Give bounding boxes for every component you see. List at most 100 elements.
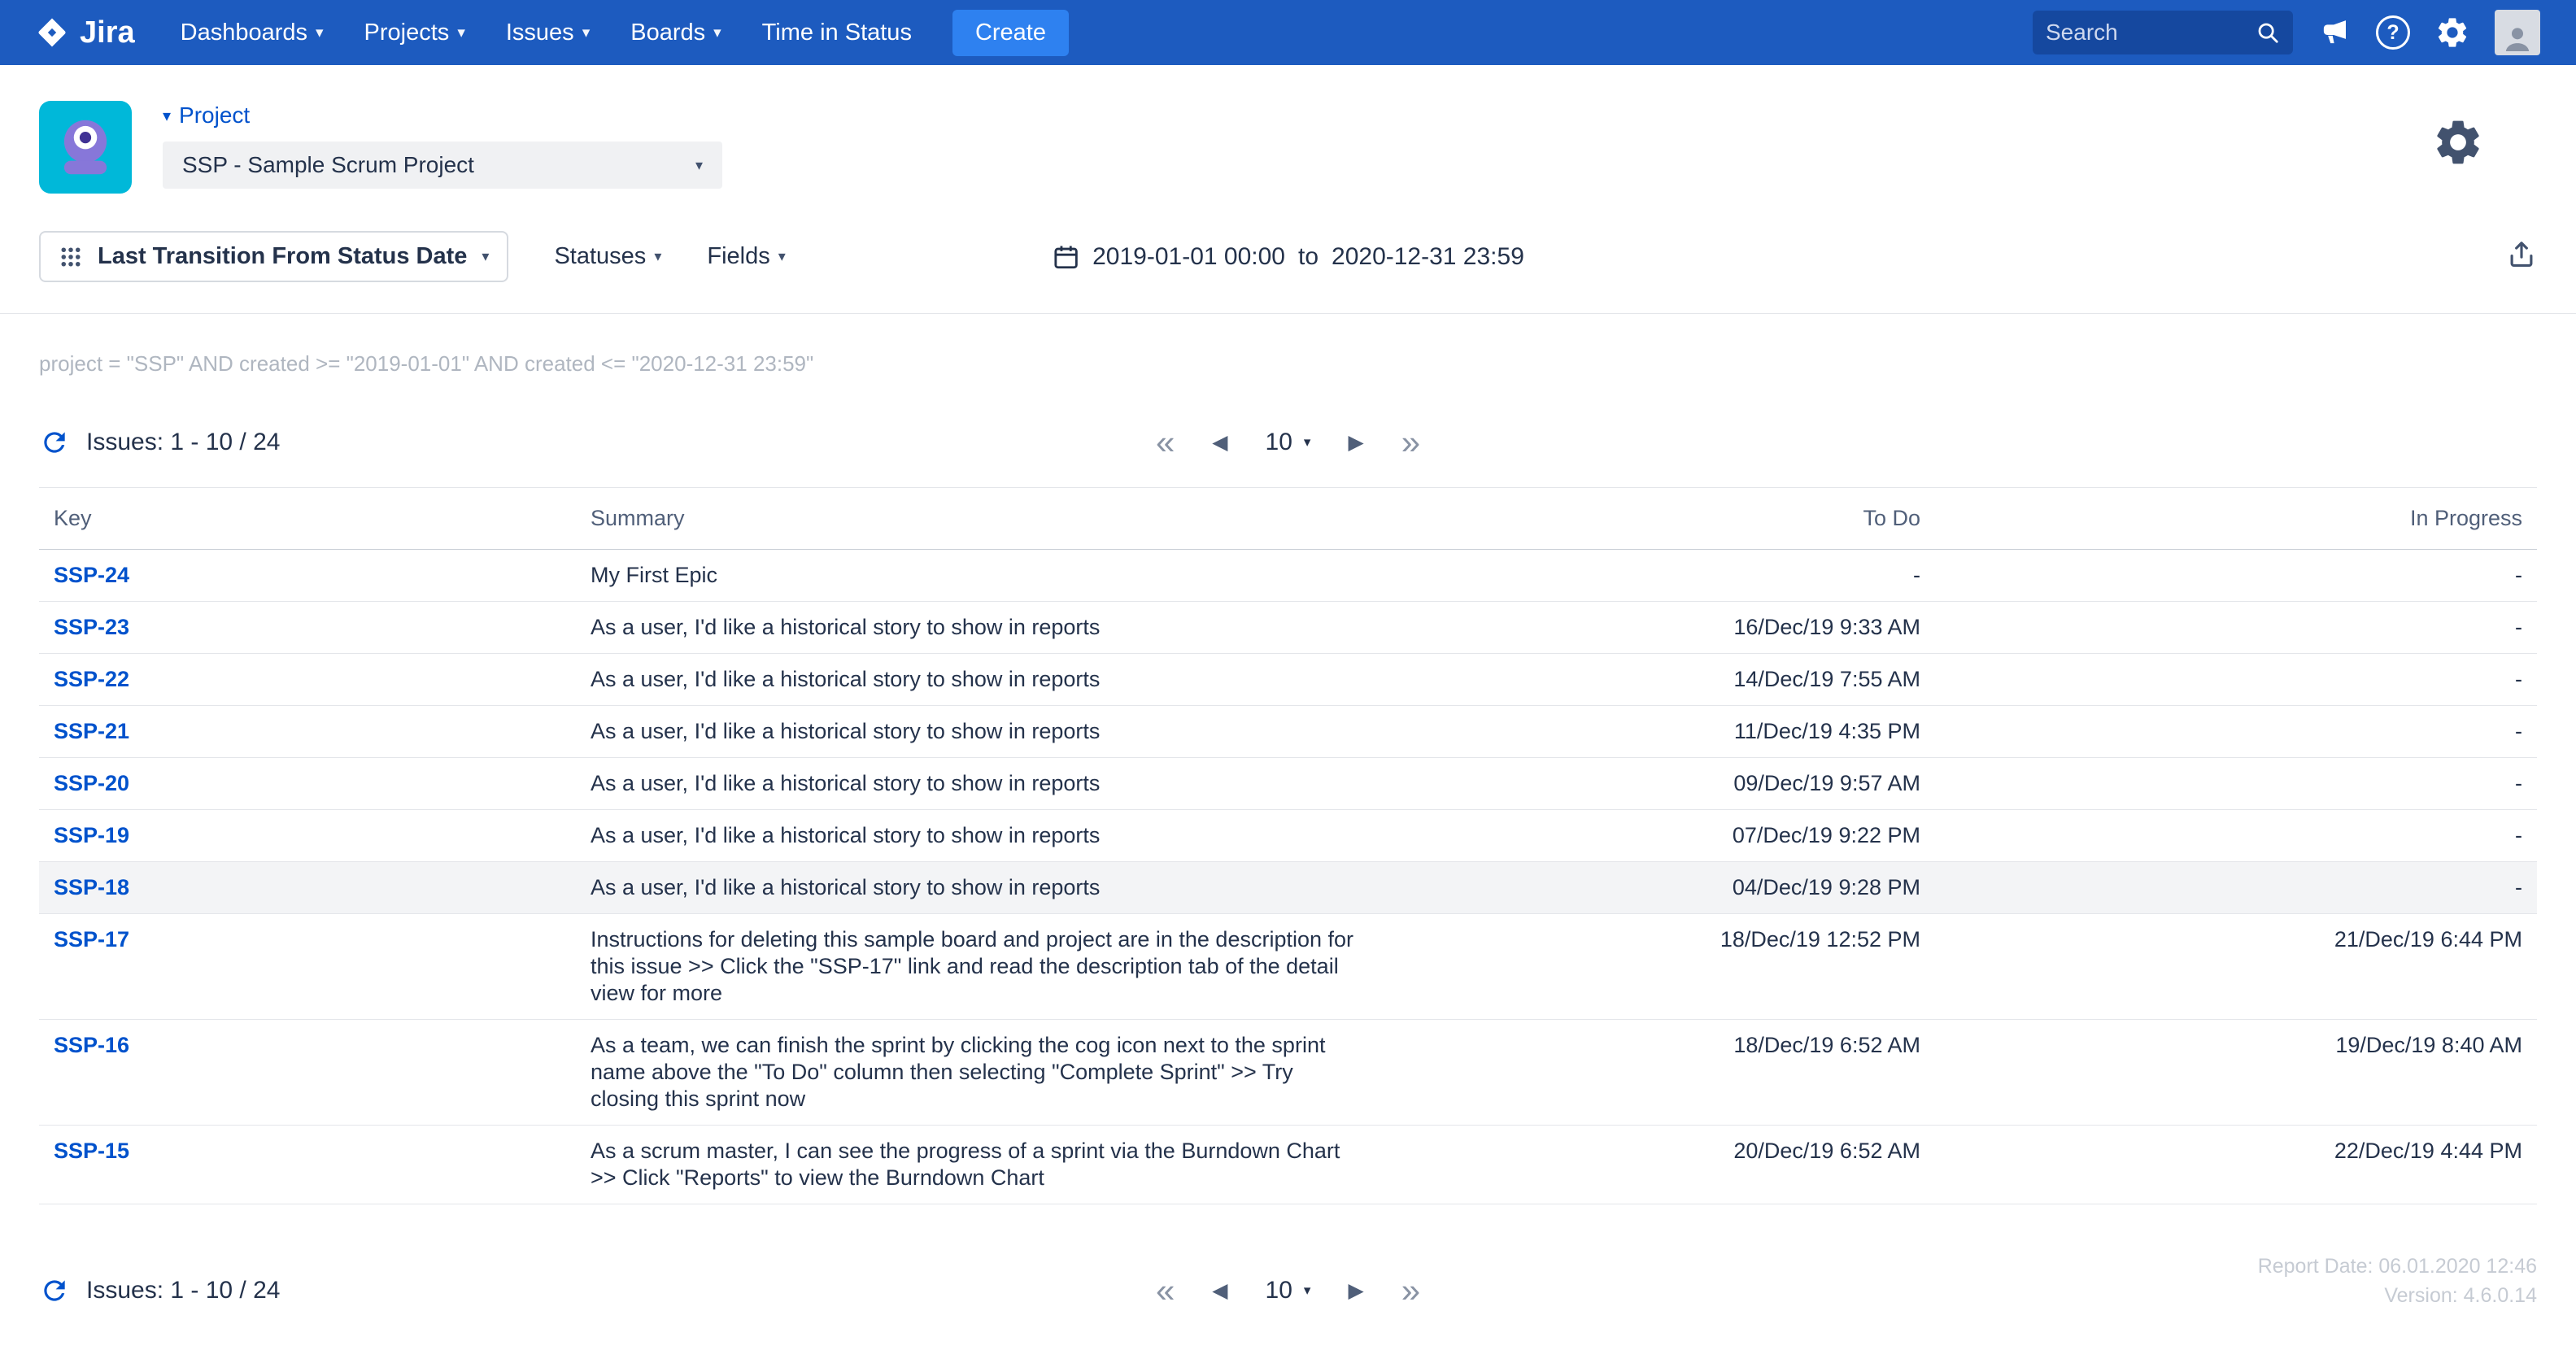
project-select[interactable]: SSP - Sample Scrum Project ▾ bbox=[163, 142, 722, 189]
in-progress-value: - bbox=[1935, 706, 2537, 758]
first-page-button[interactable]: « bbox=[1156, 425, 1175, 459]
issue-key-link[interactable]: SSP-18 bbox=[54, 875, 129, 899]
chevron-down-icon: ▾ bbox=[1304, 1282, 1311, 1299]
in-progress-value: - bbox=[1935, 810, 2537, 862]
in-progress-value: - bbox=[1935, 758, 2537, 810]
settings-gear-icon[interactable] bbox=[2434, 15, 2470, 50]
table-row: SSP-22 As a user, I'd like a historical s… bbox=[39, 654, 2537, 706]
todo-value: 18/Dec/19 12:52 PM bbox=[1480, 914, 1935, 1020]
issue-key-link[interactable]: SSP-23 bbox=[54, 615, 129, 639]
issues-table: KeySummaryTo DoIn Progress SSP-24My Firs… bbox=[39, 487, 2537, 1204]
user-avatar[interactable] bbox=[2495, 10, 2540, 55]
page-size-value: 10 bbox=[1266, 429, 1292, 456]
nav-item-dashboards[interactable]: Dashboards▾ bbox=[181, 20, 324, 46]
column-header-summary: Summary bbox=[576, 488, 1480, 550]
issue-key-link[interactable]: SSP-19 bbox=[54, 823, 129, 847]
nav-item-label: Projects bbox=[364, 20, 450, 46]
project-label: Project bbox=[179, 102, 250, 128]
issue-key-link[interactable]: SSP-17 bbox=[54, 927, 129, 952]
navbar-right: ? bbox=[2033, 10, 2540, 55]
issue-key-link[interactable]: SSP-16 bbox=[54, 1033, 129, 1057]
chevron-down-icon: ▾ bbox=[778, 248, 786, 265]
announcement-icon[interactable] bbox=[2317, 15, 2352, 50]
report-type-button[interactable]: Last Transition From Status Date ▾ bbox=[39, 231, 508, 282]
jira-brand[interactable]: Jira bbox=[36, 15, 135, 50]
issues-row-bottom: Issues: 1 - 10 / 24 « ◀ 10 ▾ ▶ » Report … bbox=[39, 1256, 2537, 1325]
chevron-down-icon: ▾ bbox=[316, 24, 324, 42]
project-section-toggle[interactable]: ▾ Project bbox=[163, 102, 722, 128]
create-button[interactable]: Create bbox=[952, 10, 1069, 56]
table-row: SSP-15As a scrum master, I can see the p… bbox=[39, 1126, 2537, 1204]
chevron-down-icon: ▾ bbox=[582, 24, 591, 42]
navbar-menu: Dashboards▾Projects▾Issues▾Boards▾Time i… bbox=[181, 20, 912, 46]
nav-item-label: Issues bbox=[506, 20, 574, 46]
issues-table-body: SSP-24My First Epic-- SSP-23 As a user, I'… bbox=[39, 550, 2537, 1204]
issue-summary: Instructions for deleting this sample bo… bbox=[591, 926, 1355, 1007]
fields-label: Fields bbox=[707, 243, 769, 270]
date-from[interactable]: 2019-01-01 00:00 bbox=[1092, 243, 1285, 271]
issue-summary: As a user, I'd like a historical story t… bbox=[591, 822, 1355, 849]
chevron-down-icon: ▾ bbox=[1304, 434, 1311, 451]
issue-summary: As a team, we can finish the sprint by c… bbox=[591, 1032, 1355, 1113]
next-page-button[interactable]: ▶ bbox=[1348, 433, 1363, 453]
table-row: SSP-24My First Epic-- bbox=[39, 550, 2537, 602]
search-input[interactable] bbox=[2046, 20, 2247, 46]
issue-key-link[interactable]: SSP-24 bbox=[54, 563, 129, 587]
issue-key-link[interactable]: SSP-15 bbox=[54, 1139, 129, 1163]
last-page-button[interactable]: » bbox=[1401, 425, 1420, 459]
grid-icon bbox=[59, 245, 83, 269]
prev-page-button[interactable]: ◀ bbox=[1212, 433, 1227, 453]
todo-value: 20/Dec/19 6:52 AM bbox=[1480, 1126, 1935, 1204]
report-settings-gear-icon[interactable] bbox=[2431, 115, 2485, 173]
page-size-select[interactable]: 10 ▾ bbox=[1266, 1277, 1311, 1304]
in-progress-value: - bbox=[1935, 862, 2537, 914]
help-icon[interactable]: ? bbox=[2376, 15, 2410, 50]
issue-summary: As a user, I'd like a historical story t… bbox=[591, 718, 1355, 745]
nav-item-issues[interactable]: Issues ▾ bbox=[506, 20, 590, 46]
first-page-button[interactable]: « bbox=[1156, 1274, 1175, 1308]
page-size-value: 10 bbox=[1266, 1277, 1292, 1304]
next-page-button[interactable]: ▶ bbox=[1348, 1281, 1363, 1301]
issue-summary: As a user, I'd like a historical story t… bbox=[591, 770, 1355, 797]
issues-table-container: KeySummaryTo DoIn Progress SSP-24My Firs… bbox=[0, 469, 2576, 1204]
in-progress-value: - bbox=[1935, 654, 2537, 706]
issue-key-link[interactable]: SSP-22 bbox=[54, 667, 129, 691]
table-header-row: KeySummaryTo DoIn Progress bbox=[39, 488, 2537, 550]
column-header-in-progress: In Progress bbox=[1935, 488, 2537, 550]
issue-summary: As a user, I'd like a historical story t… bbox=[591, 666, 1355, 693]
fields-dropdown[interactable]: Fields ▾ bbox=[707, 243, 785, 270]
todo-value: 16/Dec/19 9:33 AM bbox=[1480, 602, 1935, 654]
export-icon[interactable] bbox=[2506, 239, 2537, 274]
search-box[interactable] bbox=[2033, 11, 2293, 54]
statuses-dropdown[interactable]: Statuses ▾ bbox=[554, 243, 661, 270]
chevron-down-icon: ▾ bbox=[695, 157, 703, 174]
table-row: SSP-16 As a team, we can finish the sprin… bbox=[39, 1020, 2537, 1126]
nav-item-projects[interactable]: Projects ▾ bbox=[364, 20, 465, 46]
chevron-down-icon: ▾ bbox=[457, 24, 465, 42]
issue-summary: As a user, I'd like a historical story t… bbox=[591, 874, 1355, 901]
date-to[interactable]: 2020-12-31 23:59 bbox=[1332, 243, 1524, 271]
todo-value: 14/Dec/19 7:55 AM bbox=[1480, 654, 1935, 706]
report-type-label: Last Transition From Status Date bbox=[98, 243, 467, 270]
column-header-to-do: To Do bbox=[1480, 488, 1935, 550]
report-version: Version: 4.6.0.14 bbox=[2258, 1281, 2537, 1310]
in-progress-value: - bbox=[1935, 550, 2537, 602]
page-size-select[interactable]: 10 ▾ bbox=[1266, 429, 1311, 456]
nav-item-label: Boards bbox=[630, 20, 705, 46]
todo-value: - bbox=[1480, 550, 1935, 602]
todo-value: 09/Dec/19 9:57 AM bbox=[1480, 758, 1935, 810]
nav-item-boards[interactable]: Boards▾ bbox=[630, 20, 721, 46]
refresh-icon[interactable] bbox=[39, 427, 70, 458]
issue-summary: As a user, I'd like a historical story t… bbox=[591, 614, 1355, 641]
calendar-icon[interactable] bbox=[1052, 243, 1079, 271]
nav-item-time-in-status[interactable]: Time in Status bbox=[762, 20, 912, 46]
issue-key-link[interactable]: SSP-21 bbox=[54, 719, 129, 743]
issues-count-bottom: Issues: 1 - 10 / 24 bbox=[39, 1275, 280, 1306]
refresh-icon[interactable] bbox=[39, 1275, 70, 1306]
issue-key-link[interactable]: SSP-20 bbox=[54, 771, 129, 795]
jql-query-text: project = "SSP" AND created >= "2019-01-… bbox=[0, 314, 2576, 377]
issues-count-label: Issues: 1 - 10 / 24 bbox=[86, 429, 280, 456]
table-row: SSP-21 As a user, I'd like a historical s… bbox=[39, 706, 2537, 758]
prev-page-button[interactable]: ◀ bbox=[1212, 1281, 1227, 1301]
last-page-button[interactable]: » bbox=[1401, 1274, 1420, 1308]
